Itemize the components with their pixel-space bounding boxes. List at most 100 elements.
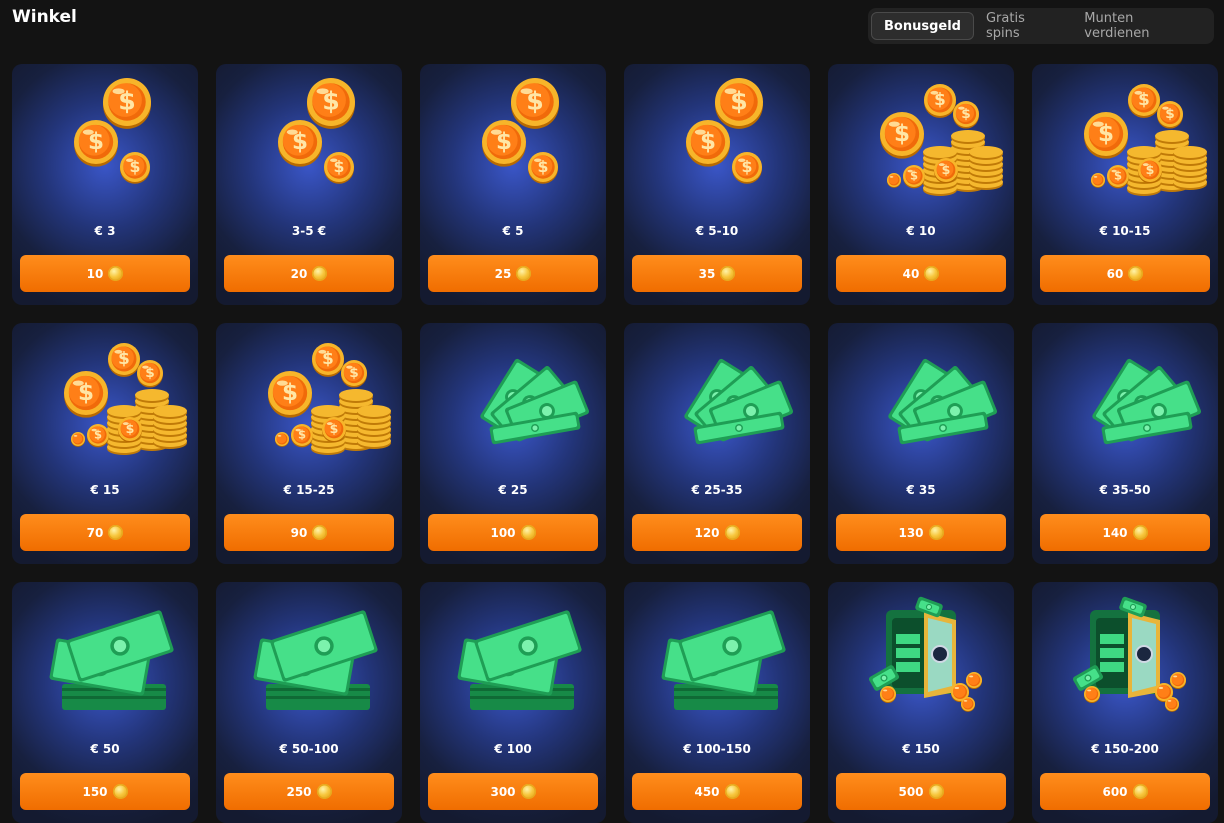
coin-icon xyxy=(108,266,123,281)
cash-stack-icon xyxy=(12,582,198,732)
price-label: 150 xyxy=(82,785,107,799)
buy-button[interactable]: 250 xyxy=(224,773,394,810)
shop-item-card[interactable]: € 25-35 120 xyxy=(624,323,810,564)
buy-button[interactable]: 130 xyxy=(836,514,1006,551)
item-amount-label: € 10-15 xyxy=(1032,224,1218,238)
item-amount-label: € 10 xyxy=(828,224,1014,238)
buy-button[interactable]: 150 xyxy=(20,773,190,810)
buy-button[interactable]: 90 xyxy=(224,514,394,551)
buy-button[interactable]: 600 xyxy=(1040,773,1210,810)
item-amount-label: € 25-35 xyxy=(624,483,810,497)
price-label: 20 xyxy=(291,267,308,281)
buy-button[interactable]: 120 xyxy=(632,514,802,551)
price-label: 90 xyxy=(291,526,308,540)
price-label: 450 xyxy=(694,785,719,799)
buy-button[interactable]: 40 xyxy=(836,255,1006,292)
cash-stack-icon xyxy=(216,582,402,732)
money-safe-icon xyxy=(1032,582,1218,732)
coin-icon xyxy=(1128,266,1143,281)
price-label: 60 xyxy=(1107,267,1124,281)
shop-item-card[interactable]: $ $ $ 3-5 € 20 xyxy=(216,64,402,305)
price-label: 140 xyxy=(1102,526,1127,540)
tab-gratis-spins[interactable]: Gratis spins xyxy=(974,12,1072,40)
shop-tabs: Bonusgeld Gratis spins Munten verdienen xyxy=(868,8,1214,44)
coins-small-icon: $ $ $ xyxy=(420,64,606,214)
coins-small-icon: $ $ $ xyxy=(216,64,402,214)
buy-button[interactable]: 20 xyxy=(224,255,394,292)
coin-icon xyxy=(521,525,536,540)
price-label: 300 xyxy=(490,785,515,799)
coin-pile-icon: $ $ $ $ $ xyxy=(1032,64,1218,214)
buy-button[interactable]: 10 xyxy=(20,255,190,292)
price-label: 40 xyxy=(903,267,920,281)
shop-item-card[interactable]: € 50-100250 xyxy=(216,582,402,823)
shop-item-card[interactable]: € 25 100 xyxy=(420,323,606,564)
shop-item-card[interactable]: $ $ $ € 3 10 xyxy=(12,64,198,305)
price-label: 100 xyxy=(490,526,515,540)
cash-stack-icon xyxy=(420,582,606,732)
shop-item-card[interactable]: € 50150 xyxy=(12,582,198,823)
coin-icon xyxy=(312,266,327,281)
coin-icon xyxy=(1133,525,1148,540)
price-label: 600 xyxy=(1102,785,1127,799)
shop-item-card[interactable]: $ $ $ $ $ € 15 70 xyxy=(12,323,198,564)
item-amount-label: € 15 xyxy=(12,483,198,497)
coin-icon xyxy=(929,525,944,540)
buy-button[interactable]: 500 xyxy=(836,773,1006,810)
page-title: Winkel xyxy=(12,7,77,27)
top-bar: Winkel Bonusgeld Gratis spins Munten ver… xyxy=(0,0,1224,50)
buy-button[interactable]: 100 xyxy=(428,514,598,551)
tab-munten-verdienen[interactable]: Munten verdienen xyxy=(1072,12,1211,40)
price-label: 10 xyxy=(87,267,104,281)
coin-icon xyxy=(108,525,123,540)
shop-item-card[interactable]: € 35-50 140 xyxy=(1032,323,1218,564)
item-amount-label: € 25 xyxy=(420,483,606,497)
item-amount-label: 3-5 € xyxy=(216,224,402,238)
item-amount-label: € 35-50 xyxy=(1032,483,1218,497)
banknotes-fan-icon xyxy=(624,323,810,473)
price-label: 35 xyxy=(699,267,716,281)
shop-item-card[interactable]: € 150 500 xyxy=(828,582,1014,823)
coin-icon xyxy=(929,784,944,799)
buy-button[interactable]: 35 xyxy=(632,255,802,292)
coin-pile-icon: $ $ $ $ $ xyxy=(216,323,402,473)
shop-item-card[interactable]: € 100-150 450 xyxy=(624,582,810,823)
price-label: 250 xyxy=(286,785,311,799)
shop-item-card[interactable]: € 35 130 xyxy=(828,323,1014,564)
shop-item-card[interactable]: $ $ $ $ $ € 10-15 60 xyxy=(1032,64,1218,305)
price-label: 25 xyxy=(495,267,512,281)
banknotes-fan-icon xyxy=(1032,323,1218,473)
shop-item-card[interactable]: € 100 300 xyxy=(420,582,606,823)
item-amount-label: € 35 xyxy=(828,483,1014,497)
shop-item-card[interactable]: $ $ $ € 525 xyxy=(420,64,606,305)
coin-icon xyxy=(725,525,740,540)
buy-button[interactable]: 450 xyxy=(632,773,802,810)
item-amount-label: € 100-150 xyxy=(624,742,810,756)
buy-button[interactable]: 25 xyxy=(428,255,598,292)
coins-small-icon: $ $ $ xyxy=(12,64,198,214)
buy-button[interactable]: 60 xyxy=(1040,255,1210,292)
tab-bonusgeld[interactable]: Bonusgeld xyxy=(871,12,974,40)
buy-button[interactable]: 70 xyxy=(20,514,190,551)
shop-item-card[interactable]: € 150-200600 xyxy=(1032,582,1218,823)
banknotes-fan-icon xyxy=(828,323,1014,473)
coin-icon xyxy=(720,266,735,281)
item-amount-label: € 15-25 xyxy=(216,483,402,497)
item-amount-label: € 100 xyxy=(420,742,606,756)
coin-pile-icon: $ $ $ $ $ xyxy=(828,64,1014,214)
price-label: 500 xyxy=(898,785,923,799)
shop-item-card[interactable]: $ $ $ $ $ € 15-25 90 xyxy=(216,323,402,564)
price-label: 70 xyxy=(87,526,104,540)
buy-button[interactable]: 300 xyxy=(428,773,598,810)
shop-item-card[interactable]: $ $ $ $ $ € 10 40 xyxy=(828,64,1014,305)
item-amount-label: € 150 xyxy=(828,742,1014,756)
coin-pile-icon: $ $ $ $ $ xyxy=(12,323,198,473)
coin-icon xyxy=(521,784,536,799)
buy-button[interactable]: 140 xyxy=(1040,514,1210,551)
shop-item-card[interactable]: $ $ $ € 5-1035 xyxy=(624,64,810,305)
coin-icon xyxy=(113,784,128,799)
coin-icon xyxy=(312,525,327,540)
cash-stack-icon xyxy=(624,582,810,732)
item-amount-label: € 3 xyxy=(12,224,198,238)
coins-small-icon: $ $ $ xyxy=(624,64,810,214)
